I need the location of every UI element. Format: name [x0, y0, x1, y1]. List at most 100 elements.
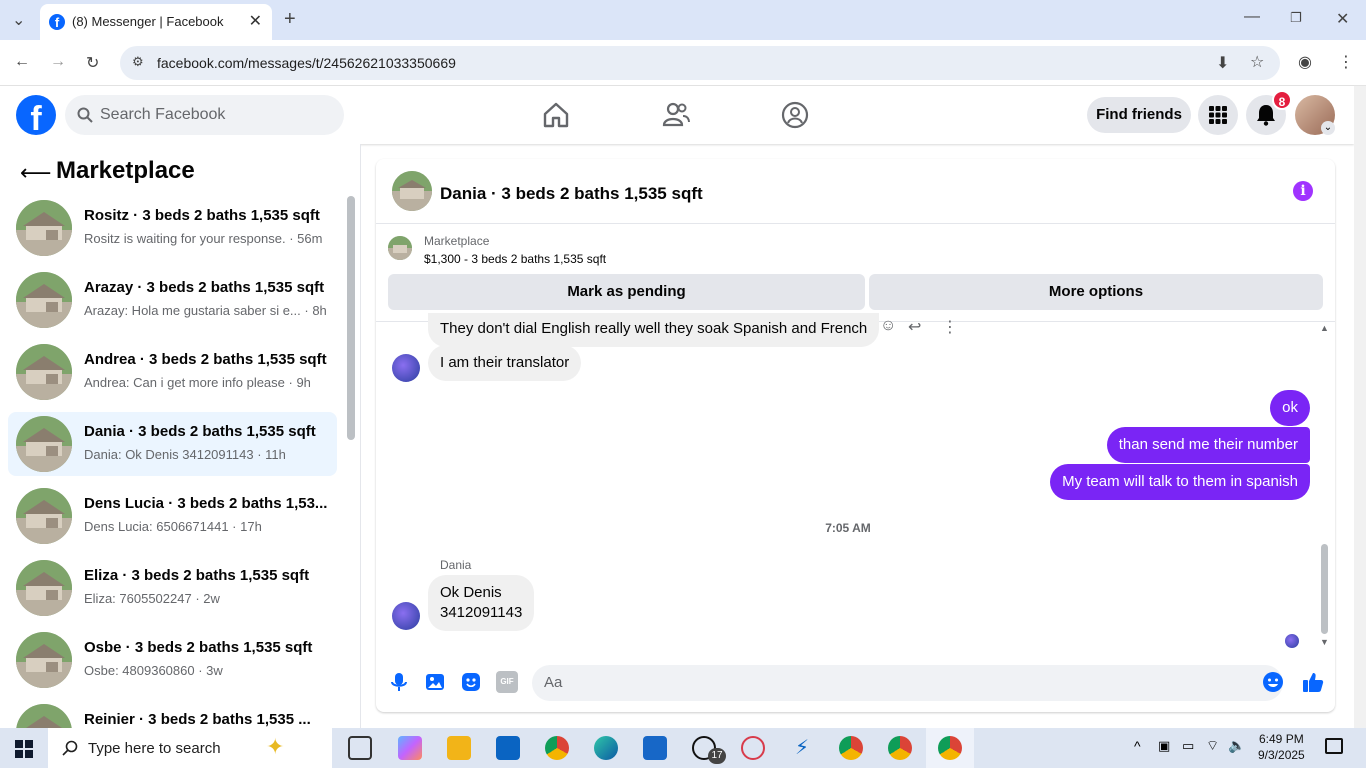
like-thumb-icon[interactable]	[1302, 671, 1324, 693]
tab-search-icon[interactable]: ⌄	[12, 10, 25, 30]
message-outgoing[interactable]: ok	[1270, 390, 1310, 426]
message-line: 3412091143	[440, 604, 523, 621]
friends-icon[interactable]	[661, 100, 691, 130]
reply-icon[interactable]: ↩	[908, 317, 921, 337]
menu-grid-button[interactable]	[1198, 95, 1238, 135]
conversation-item[interactable]: Reinier · 3 beds 2 baths 1,535 ...	[8, 700, 337, 728]
minimize-icon[interactable]: —	[1244, 8, 1260, 26]
close-window-icon[interactable]: ✕	[1336, 9, 1349, 29]
conversation-preview: Dens Lucia: 6506671441 · 17h	[84, 519, 262, 534]
gif-icon[interactable]: GIF	[496, 671, 518, 693]
conversation-name: Andrea · 3 beds 2 baths 1,535 sqft	[84, 351, 327, 368]
conversation-item[interactable]: Osbe · 3 beds 2 baths 1,535 sqft Osbe: 48…	[8, 628, 337, 692]
menu-icon[interactable]: ⋮	[1338, 52, 1354, 72]
windows-taskbar: Type here to search ✦ 17 ⚡ ^ ▣ ▭ ⌔ 🔈 6:4…	[0, 728, 1366, 768]
conversation-name: Dania · 3 beds 2 baths 1,535 sqft	[84, 423, 316, 440]
sender-name: Dania	[440, 558, 472, 572]
task-view-icon[interactable]	[348, 736, 372, 760]
message-timestamp: 7:05 AM	[825, 521, 871, 535]
microphone-icon[interactable]	[388, 671, 410, 693]
restore-icon[interactable]: ❐	[1290, 10, 1302, 26]
outlook-icon[interactable]	[496, 736, 520, 760]
listing-price[interactable]: $1,300 - 3 beds 2 baths 1,535 sqft	[424, 252, 606, 266]
message-incoming[interactable]: I am their translator	[428, 345, 582, 381]
chevron-down-icon: ⌄	[1321, 121, 1335, 135]
conversation-item[interactable]: Arazay · 3 beds 2 baths 1,535 sqft Arazay…	[8, 268, 337, 332]
message-incoming[interactable]: Ok Denis 3412091143	[428, 575, 535, 631]
taskbar-search[interactable]: Type here to search ✦	[48, 728, 332, 768]
reload-icon[interactable]: ↻	[86, 53, 99, 73]
sender-avatar[interactable]	[392, 602, 420, 630]
copilot-icon[interactable]	[398, 736, 422, 760]
back-icon[interactable]: ←	[14, 53, 30, 71]
store-icon[interactable]	[643, 736, 667, 760]
browser-tab[interactable]: f (8) Messenger | Facebook ✕	[40, 4, 272, 40]
chat-header: Dania · 3 beds 2 baths 1,535 sqft i	[376, 159, 1335, 224]
battery-icon[interactable]: ▭	[1182, 738, 1194, 754]
conversation-avatar	[16, 416, 72, 472]
install-app-icon[interactable]: ⬇	[1216, 53, 1229, 73]
facebook-search-input[interactable]: Search Facebook	[65, 95, 344, 135]
forward-icon[interactable]: →	[50, 53, 66, 71]
search-placeholder: Search Facebook	[100, 106, 226, 123]
url-bar[interactable]: ⚙ facebook.com/messages/t/24562621033350…	[120, 46, 1280, 80]
message-incoming[interactable]: They don't dial English really well they…	[428, 313, 880, 347]
meet-now-icon[interactable]: ▣	[1158, 738, 1170, 754]
windows-start-icon[interactable]	[15, 740, 33, 758]
bookmark-star-icon[interactable]: ☆	[1250, 52, 1264, 72]
message-outgoing[interactable]: My team will talk to them in spanish	[1050, 464, 1310, 500]
notification-center-icon[interactable]	[1325, 738, 1343, 754]
chrome-icon[interactable]	[545, 736, 569, 760]
home-icon[interactable]	[541, 100, 571, 130]
back-arrow-icon[interactable]: ⟵	[20, 160, 52, 186]
photo-icon[interactable]	[424, 671, 446, 693]
chat-scrollbar[interactable]	[1321, 544, 1328, 634]
chrome-active-icon[interactable]	[938, 736, 962, 760]
chrome-profile-icon[interactable]	[839, 736, 863, 760]
mark-pending-button[interactable]: Mark as pending	[388, 274, 865, 310]
conversation-item[interactable]: Eliza · 3 beds 2 baths 1,535 sqft Eliza: …	[8, 556, 337, 620]
marketplace-label: Marketplace	[424, 234, 490, 248]
conversation-avatar	[16, 272, 72, 328]
conversation-avatar	[16, 704, 72, 728]
left-scrollbar[interactable]	[347, 196, 355, 440]
site-info-icon[interactable]: ⚙	[132, 54, 144, 70]
message-outgoing[interactable]: than send me their number	[1106, 427, 1310, 463]
page-scrollbar[interactable]	[1354, 86, 1366, 728]
listing-thumbnail[interactable]	[388, 236, 412, 260]
show-hidden-icons-icon[interactable]: ^	[1134, 738, 1141, 754]
conversation-avatar	[16, 344, 72, 400]
clock[interactable]: 6:49 PM 9/3/2025	[1258, 731, 1305, 763]
more-options-button[interactable]: More options	[869, 274, 1323, 310]
conversation-item[interactable]: Dania · 3 beds 2 baths 1,535 sqft Dania: …	[8, 412, 337, 476]
find-friends-button[interactable]: Find friends	[1087, 97, 1191, 133]
chrome-profile-icon[interactable]	[888, 736, 912, 760]
power-automate-icon[interactable]: ⚡	[790, 736, 814, 760]
volume-icon[interactable]: 🔈	[1228, 737, 1245, 754]
snipping-tool-icon[interactable]	[741, 736, 765, 760]
account-avatar[interactable]: ⌄	[1295, 95, 1335, 135]
new-tab-button[interactable]: +	[284, 8, 296, 31]
message-line: Ok Denis	[440, 584, 502, 601]
profile-icon[interactable]: ◉	[1298, 52, 1312, 72]
edge-icon[interactable]	[594, 736, 618, 760]
scroll-up-icon[interactable]: ▲	[1320, 323, 1329, 333]
react-icon[interactable]: ☺	[880, 317, 896, 335]
groups-icon[interactable]	[780, 100, 810, 130]
close-tab-icon[interactable]: ✕	[249, 11, 262, 31]
sticker-icon[interactable]	[460, 671, 482, 693]
conversation-item[interactable]: Dens Lucia · 3 beds 2 baths 1,53... Dens …	[8, 484, 337, 548]
info-icon[interactable]: i	[1293, 181, 1313, 201]
facebook-logo-icon[interactable]: f	[16, 95, 56, 135]
chat-avatar[interactable]	[392, 171, 432, 211]
conversation-name: Rositz · 3 beds 2 baths 1,535 sqft	[84, 207, 320, 224]
file-explorer-icon[interactable]	[447, 736, 471, 760]
emoji-icon[interactable]	[1262, 671, 1284, 693]
scroll-down-icon[interactable]: ▼	[1320, 637, 1329, 647]
message-input[interactable]: Aa	[532, 665, 1283, 701]
wifi-icon[interactable]: ⌔	[1206, 737, 1219, 755]
conversation-item[interactable]: Rositz · 3 beds 2 baths 1,535 sqft Rositz…	[8, 196, 337, 260]
more-icon[interactable]: ⋮	[942, 317, 958, 337]
conversation-item[interactable]: Andrea · 3 beds 2 baths 1,535 sqft Andrea…	[8, 340, 337, 404]
sender-avatar[interactable]	[392, 354, 420, 382]
